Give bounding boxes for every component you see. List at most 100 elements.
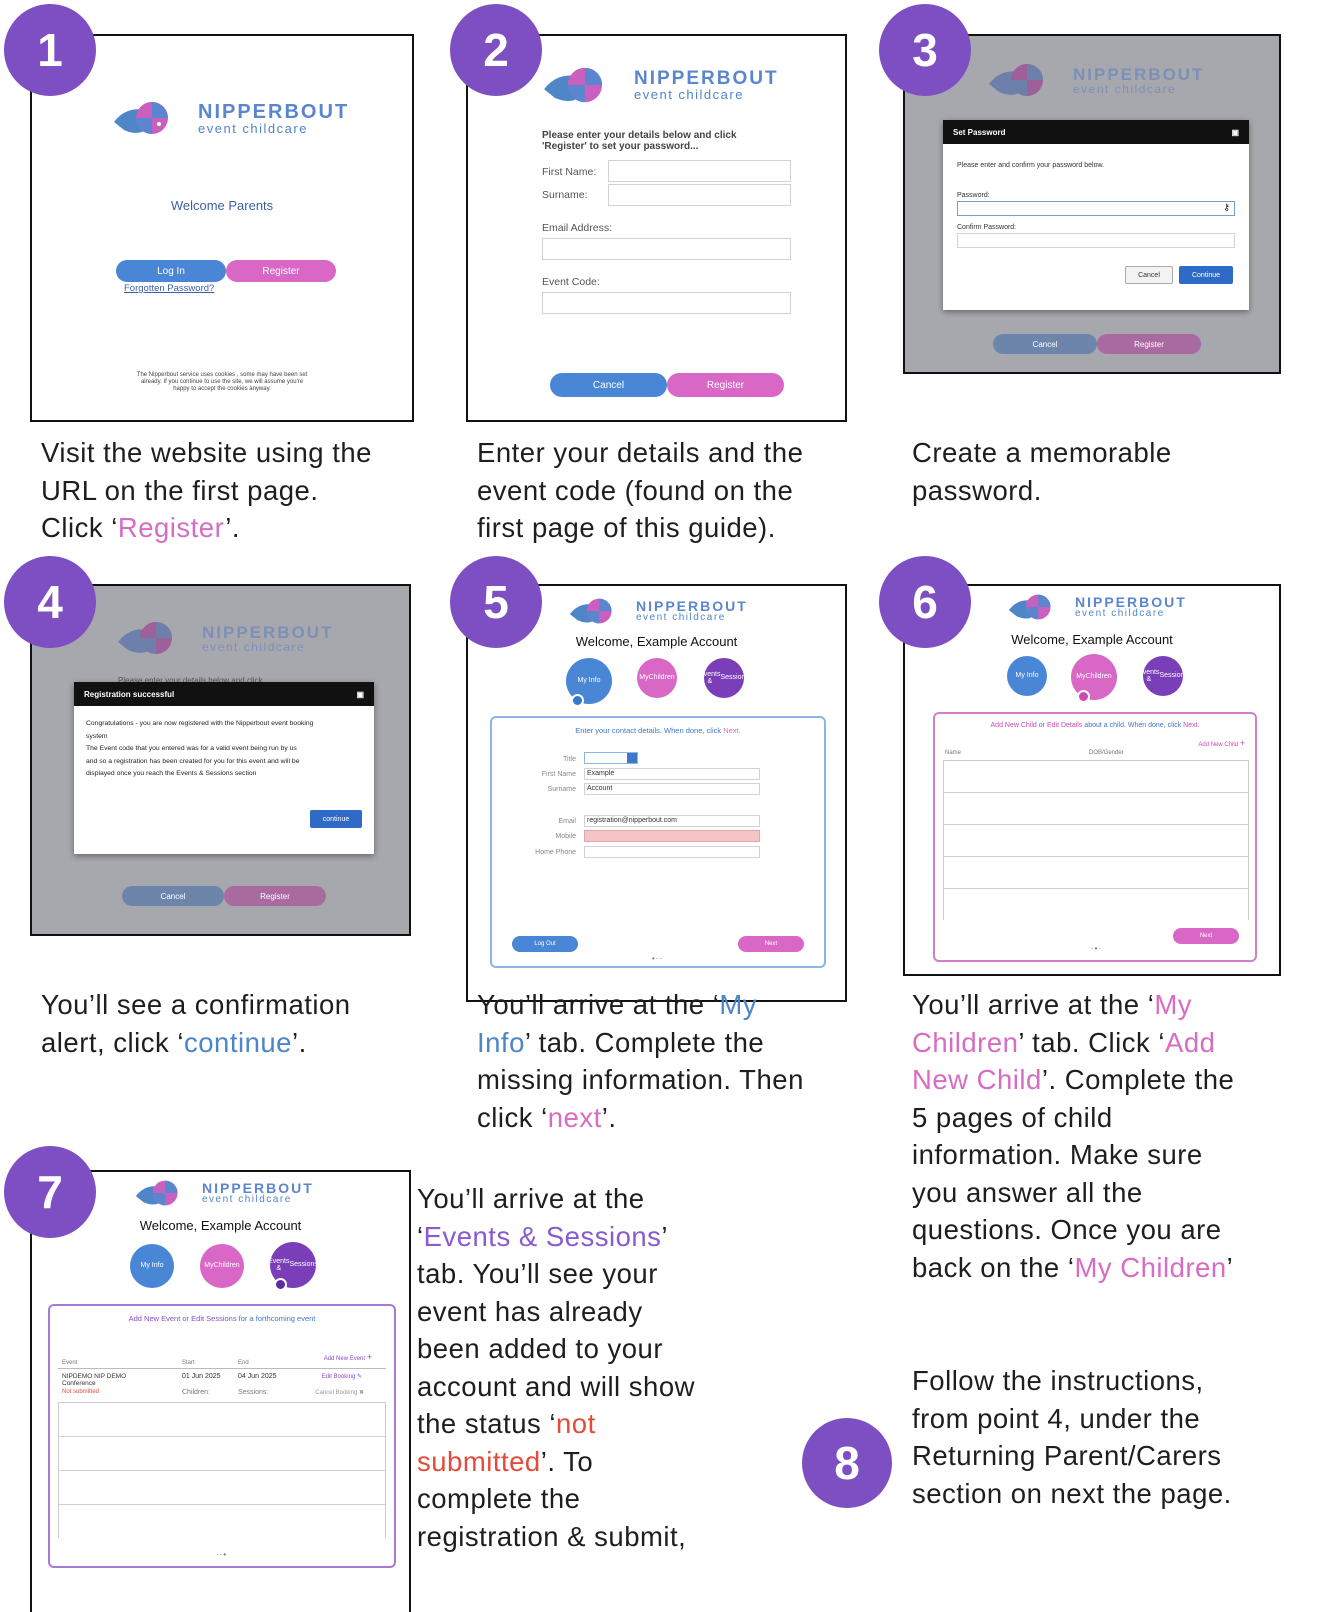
password-manager-icon[interactable]: ⚷ xyxy=(1223,202,1230,213)
account-welcome: Welcome, Example Account xyxy=(139,1218,302,1233)
first-name-label: First Name xyxy=(541,771,576,778)
next-button[interactable]: Next xyxy=(1173,928,1239,944)
tab-my-info[interactable]: My Info xyxy=(1007,656,1047,696)
logo-name: NIPPERBOUT xyxy=(1075,594,1187,610)
panel-instructions: Add New Child or Edit Details about a ch… xyxy=(990,722,1200,729)
surname-field[interactable]: Account xyxy=(584,783,760,795)
caption-line: You’ll arrive at the xyxy=(417,1183,645,1214)
event-row[interactable]: NIPDEMO NIP DEMO Conference Not submitted… xyxy=(58,1368,386,1402)
logo-name: NIPPERBOUT xyxy=(636,598,748,614)
tab-my-children[interactable]: My Children xyxy=(637,658,677,698)
caption-line: You’ll see a confirmation xyxy=(41,989,351,1020)
events-table xyxy=(58,1402,386,1538)
title-select[interactable] xyxy=(584,752,638,764)
dialog-message: Congratulations - you are now registered… xyxy=(86,718,313,781)
event-code-label: Event Code: xyxy=(542,276,600,288)
caption-line: URL on the first page. xyxy=(41,474,319,506)
login-button[interactable]: Log In xyxy=(116,260,226,282)
highlight-my-info: My xyxy=(719,989,758,1020)
event-start: 01 Jun 2025 xyxy=(182,1373,221,1380)
active-tab-indicator xyxy=(274,1278,287,1291)
step5-screenshot: NIPPERBOUT event childcare Welcome, Examp… xyxy=(466,584,847,1002)
nipperbout-logo-icon xyxy=(118,622,172,654)
step6-screenshot: NIPPERBOUT event childcare Welcome, Examp… xyxy=(903,584,1281,976)
caption-line: questions. Once you are xyxy=(912,1214,1222,1245)
forgotten-password-link[interactable]: Forgotten Password? xyxy=(124,283,214,294)
add-new-child-button[interactable]: Add New Child + xyxy=(1198,738,1245,748)
set-password-dialog: Set Password ▣ Please enter and confirm y… xyxy=(943,120,1249,310)
column-name: Name xyxy=(945,750,962,756)
caption-line: Visit the website using the xyxy=(41,437,372,468)
highlight-next: next xyxy=(547,1101,602,1133)
cancel-booking-button[interactable]: Cancel Booking ✖ xyxy=(315,1389,364,1396)
dialog-cancel-button[interactable]: Cancel xyxy=(1125,266,1173,284)
highlight-add-new-child: Add xyxy=(1165,1026,1216,1058)
caption-line: Children’ tab. Click ‘Add xyxy=(912,1026,1216,1058)
step-badge-6: 6 xyxy=(879,556,971,648)
caption-line: account and will show xyxy=(417,1370,696,1402)
register-button[interactable]: Register xyxy=(226,260,336,282)
tab-my-children[interactable]: My Children xyxy=(200,1244,244,1288)
logo-subtitle: event childcare xyxy=(1073,81,1177,96)
maximize-icon[interactable]: ▣ xyxy=(1231,128,1239,137)
email-label: Email xyxy=(558,818,576,825)
message-line: Congratulations - you are now registered… xyxy=(86,720,314,727)
highlight-continue: continue xyxy=(184,1026,292,1058)
logo-subtitle: event childcare xyxy=(634,87,744,102)
first-name-field[interactable]: Example xyxy=(584,768,760,780)
caption-line: Enter your details and the xyxy=(477,437,804,468)
sessions-label: Sessions: xyxy=(238,1389,269,1396)
select-arrow-icon xyxy=(627,753,637,763)
tab-my-info[interactable]: My Info xyxy=(130,1244,174,1288)
message-line: The Event code that you entered was for … xyxy=(86,745,297,752)
email-field[interactable]: registration@nipperbout.com xyxy=(584,815,760,827)
confirm-password-field[interactable] xyxy=(957,233,1235,248)
children-table xyxy=(943,760,1249,920)
surname-label: Surname: xyxy=(542,189,588,201)
mobile-field[interactable] xyxy=(584,830,760,842)
caption-line: click ‘next’. xyxy=(477,1101,617,1133)
first-name-field[interactable] xyxy=(608,160,791,182)
nipperbout-logo: NIPPERBOUT event childcare xyxy=(1007,590,1187,624)
pencil-icon: ✎ xyxy=(356,1374,362,1380)
dialog-header: Registration successful ▣ xyxy=(74,682,374,706)
tab-events-sessions[interactable]: Events & Sessions xyxy=(1138,656,1188,696)
logo-subtitle: event childcare xyxy=(1075,608,1165,619)
dialog-header: Set Password ▣ xyxy=(943,120,1249,144)
continue-button[interactable]: continue xyxy=(310,810,362,828)
dialog-continue-button[interactable]: Continue xyxy=(1179,266,1233,284)
highlight-not-submitted: not xyxy=(556,1408,596,1439)
cancel-button[interactable]: Cancel xyxy=(550,373,667,397)
event-code-field[interactable] xyxy=(542,292,791,314)
edit-booking-button[interactable]: Edit Booking ✎ xyxy=(322,1373,362,1380)
highlight-events-sessions: Events & Sessions xyxy=(423,1220,662,1252)
logo-subtitle: event childcare xyxy=(202,1194,292,1205)
maximize-icon[interactable]: ▣ xyxy=(356,690,364,699)
cookie-line: The Nipperbout service uses cookies , so… xyxy=(136,372,308,378)
first-name-label: First Name: xyxy=(542,166,597,178)
logout-button[interactable]: Log Out xyxy=(512,936,578,952)
events-panel: Add New Event or Edit Sessions for a for… xyxy=(48,1304,396,1568)
plus-icon: + xyxy=(366,1352,372,1362)
column-dob-gender: DOB/Gender xyxy=(1089,750,1124,756)
logo-name: NIPPERBOUT xyxy=(1073,64,1205,84)
tab-events-sessions[interactable]: Events & Sessions xyxy=(699,658,749,698)
logo-subtitle: event childcare xyxy=(202,639,306,654)
surname-field[interactable] xyxy=(608,184,791,206)
nipperbout-logo: NIPPERBOUT event childcare xyxy=(987,58,1204,102)
nipperbout-logo-icon xyxy=(544,67,603,103)
next-button[interactable]: Next xyxy=(738,936,804,952)
surname-label: Surname xyxy=(547,786,576,793)
column-start: Start xyxy=(182,1360,195,1366)
home-phone-field[interactable] xyxy=(584,846,760,858)
step7-caption: You’ll arrive at the ‘Events & Sessions’… xyxy=(417,1180,695,1555)
email-field[interactable] xyxy=(542,238,791,260)
panel-instructions: Enter your contact details. When done, c… xyxy=(575,726,741,735)
register-button[interactable]: Register xyxy=(667,373,784,397)
password-field[interactable]: ⚷ xyxy=(957,201,1235,216)
logo-name: NIPPERBOUT xyxy=(634,68,779,89)
caption-line: back on the ‘My Children’ xyxy=(912,1251,1234,1283)
add-new-event-button[interactable]: Add New Event + xyxy=(324,1352,372,1362)
nipperbout-logo-icon xyxy=(569,598,612,624)
message-line: displayed once you reach the Events & Se… xyxy=(86,770,257,777)
